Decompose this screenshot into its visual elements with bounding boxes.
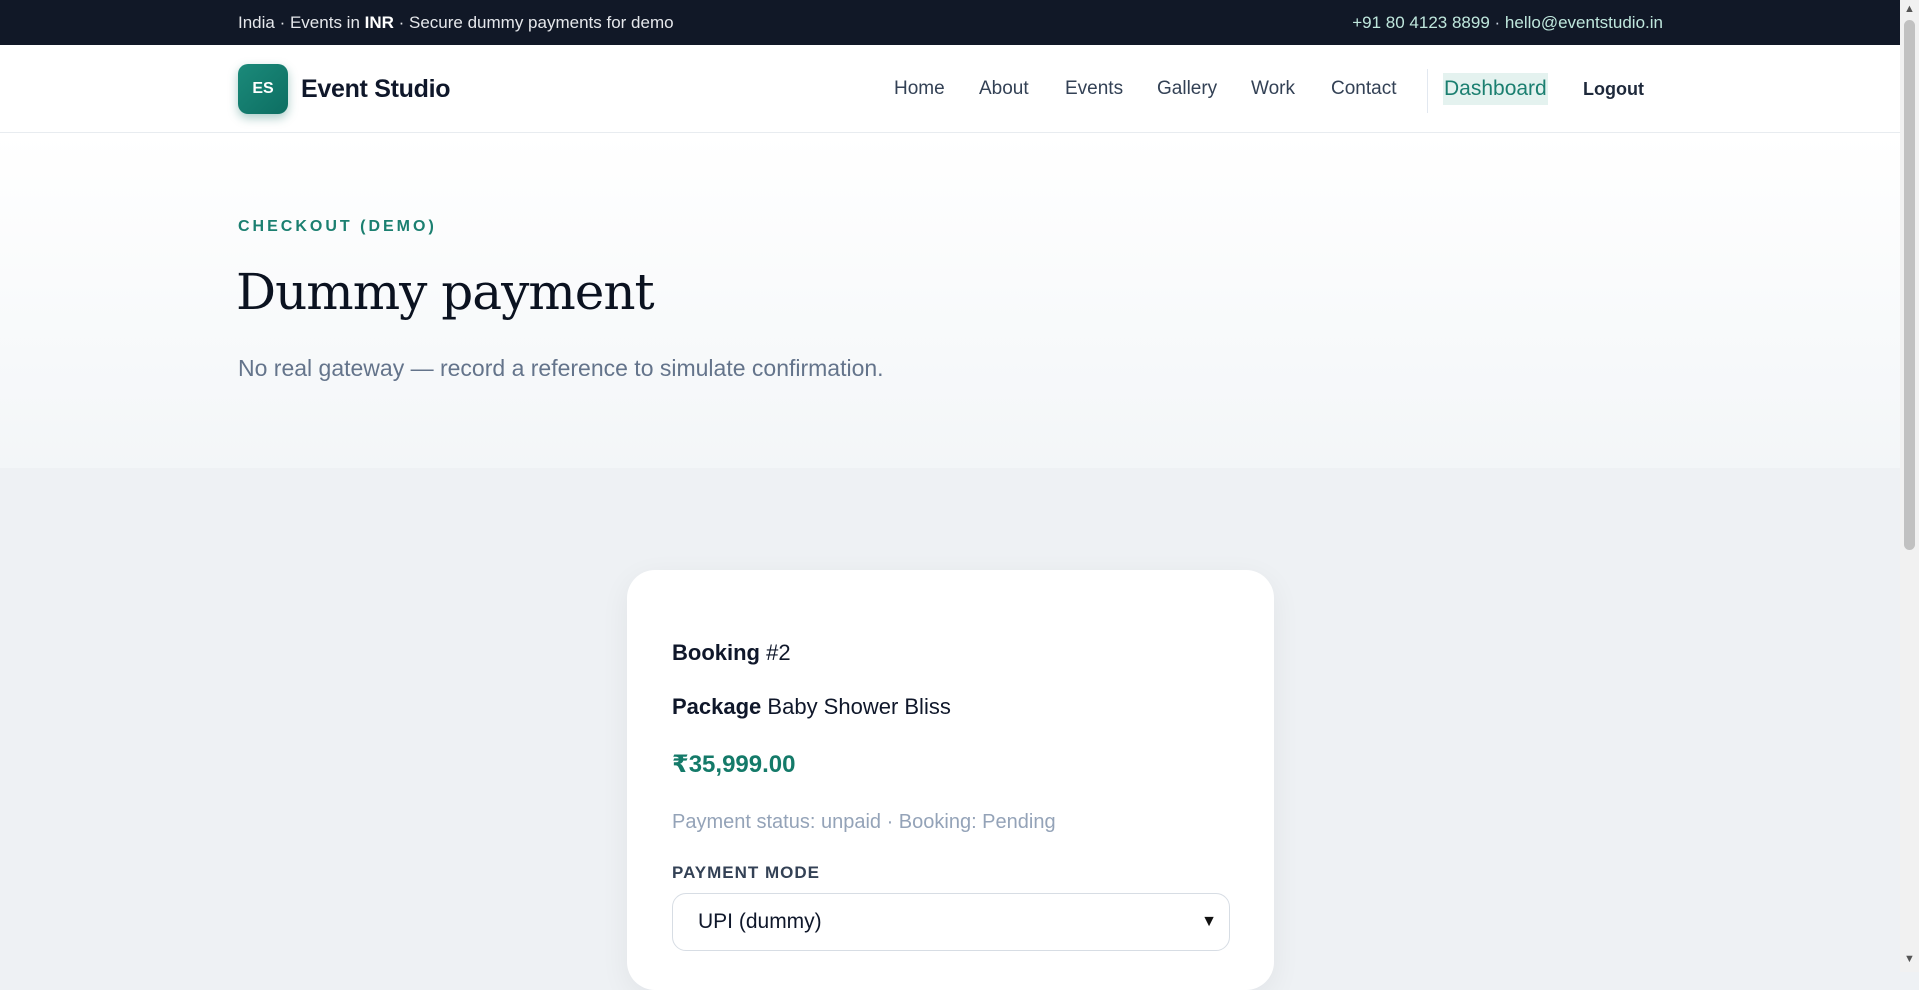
phone-link[interactable]: +91 80 4123 8899 <box>1352 13 1490 32</box>
payment-card: Booking #2 Package Baby Shower Bliss ₹35… <box>627 570 1274 990</box>
logout-button[interactable]: Logout <box>1583 79 1644 100</box>
nav-dashboard[interactable]: Dashboard <box>1443 73 1548 105</box>
nav-contact[interactable]: Contact <box>1331 78 1396 100</box>
announcement-suffix: · Secure dummy payments for demo <box>393 13 674 32</box>
nav-events[interactable]: Events <box>1065 78 1123 100</box>
booking-id: #2 <box>766 640 791 665</box>
page-hero: CHECKOUT (DEMO) Dummy payment No real ga… <box>0 133 1900 468</box>
page-title: Dummy payment <box>236 263 655 321</box>
status-text: Payment status: unpaid · Booking: Pendin… <box>672 811 1056 833</box>
nav-home[interactable]: Home <box>894 78 945 100</box>
payment-mode-select[interactable]: UPI (dummy) ▼ <box>672 893 1230 951</box>
nav-work[interactable]: Work <box>1251 78 1295 100</box>
chevron-down-icon: ▼ <box>1201 913 1217 930</box>
nav-divider <box>1427 69 1428 113</box>
payment-mode-value: UPI (dummy) <box>698 910 822 933</box>
email-link[interactable]: hello@eventstudio.in <box>1505 13 1663 32</box>
booking-label: Booking <box>672 640 760 665</box>
currency-label: INR <box>364 13 394 32</box>
package-label: Package <box>672 694 762 719</box>
amount-value: ₹35,999.00 <box>672 751 796 778</box>
nav-about[interactable]: About <box>979 78 1029 100</box>
scrollbar-thumb[interactable] <box>1904 20 1915 550</box>
announcement-bar: India · Events in INR · Secure dummy pay… <box>0 0 1900 45</box>
announcement-text: India · Events in INR · Secure dummy pay… <box>238 13 674 33</box>
package-name: Baby Shower Bliss <box>767 694 951 719</box>
package-row: Package Baby Shower Bliss <box>672 694 951 720</box>
scroll-down-icon[interactable]: ▼ <box>1904 953 1915 965</box>
payment-mode-label: PAYMENT MODE <box>672 863 821 882</box>
scroll-up-icon[interactable]: ▲ <box>1904 3 1915 15</box>
contact-separator: · <box>1489 13 1505 32</box>
page-subtitle: No real gateway — record a reference to … <box>238 355 884 381</box>
booking-row: Booking #2 <box>672 640 791 666</box>
scrollbar[interactable]: ▲ ▼ <box>1900 0 1919 972</box>
brand-name[interactable]: Event Studio <box>301 75 450 104</box>
eyebrow-label: CHECKOUT (DEMO) <box>238 218 437 235</box>
announcement-prefix: India · Events in <box>238 13 365 32</box>
logo-badge[interactable]: ES <box>238 64 288 114</box>
contact-info: +91 80 4123 8899 · hello@eventstudio.in <box>1352 13 1663 33</box>
nav-gallery[interactable]: Gallery <box>1157 78 1217 100</box>
site-header: ES Event Studio Home About Events Galler… <box>0 45 1900 133</box>
